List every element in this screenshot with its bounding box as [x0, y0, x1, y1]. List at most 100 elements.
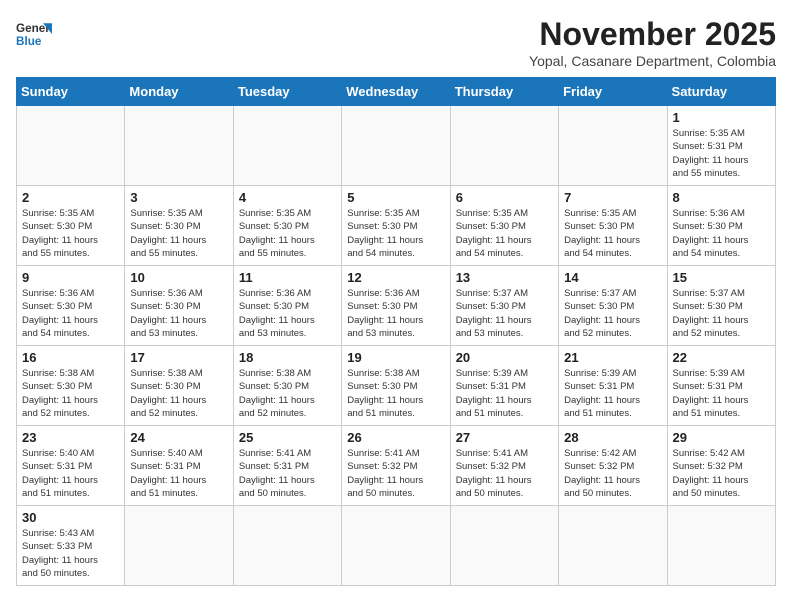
logo: General Blue: [16, 16, 52, 52]
calendar-cell: 21 Sunrise: 5:39 AM Sunset: 5:31 PM Dayli…: [559, 346, 667, 426]
calendar-cell: [559, 106, 667, 186]
calendar-cell: 18Sunrise: 5:38 AM Sunset: 5:30 PM Dayli…: [233, 346, 341, 426]
calendar-cell: 27 Sunrise: 5:41 AM Sunset: 5:32 PM Dayli…: [450, 426, 558, 506]
calendar-cell: 16Sunrise: 5:38 AM Sunset: 5:30 PM Dayli…: [17, 346, 125, 426]
calendar-cell: [342, 506, 450, 586]
calendar-cell: 8 Sunrise: 5:36 AM Sunset: 5:30 PM Daylig…: [667, 186, 775, 266]
location-subtitle: Yopal, Casanare Department, Colombia: [529, 53, 776, 69]
calendar-cell: 14Sunrise: 5:37 AM Sunset: 5:30 PM Dayli…: [559, 266, 667, 346]
day-number: 24: [130, 430, 227, 445]
calendar-cell: 3Sunrise: 5:35 AM Sunset: 5:30 PM Daylig…: [125, 186, 233, 266]
calendar-cell: [125, 506, 233, 586]
calendar-cell: 5 Sunrise: 5:35 AM Sunset: 5:30 PM Daylig…: [342, 186, 450, 266]
day-info: Sunrise: 5:35 AM Sunset: 5:30 PM Dayligh…: [130, 207, 227, 260]
day-info: Sunrise: 5:40 AM Sunset: 5:31 PM Dayligh…: [22, 447, 119, 500]
calendar-cell: 17 Sunrise: 5:38 AM Sunset: 5:30 PM Dayli…: [125, 346, 233, 426]
day-number: 5: [347, 190, 444, 205]
calendar-cell: [450, 506, 558, 586]
day-number: 15: [673, 270, 770, 285]
day-number: 4: [239, 190, 336, 205]
calendar-week-1: 2 Sunrise: 5:35 AM Sunset: 5:30 PM Daylig…: [17, 186, 776, 266]
calendar-body: 1Sunrise: 5:35 AM Sunset: 5:31 PM Daylig…: [17, 106, 776, 586]
col-header-thursday: Thursday: [450, 78, 558, 106]
calendar-week-2: 9 Sunrise: 5:36 AM Sunset: 5:30 PM Daylig…: [17, 266, 776, 346]
calendar-header-row: SundayMondayTuesdayWednesdayThursdayFrid…: [17, 78, 776, 106]
day-number: 8: [673, 190, 770, 205]
day-number: 20: [456, 350, 553, 365]
day-number: 17: [130, 350, 227, 365]
day-info: Sunrise: 5:37 AM Sunset: 5:30 PM Dayligh…: [456, 287, 553, 340]
day-number: 25: [239, 430, 336, 445]
day-number: 16: [22, 350, 119, 365]
day-info: Sunrise: 5:36 AM Sunset: 5:30 PM Dayligh…: [347, 287, 444, 340]
day-number: 11: [239, 270, 336, 285]
calendar-cell: 11 Sunrise: 5:36 AM Sunset: 5:30 PM Dayli…: [233, 266, 341, 346]
day-info: Sunrise: 5:36 AM Sunset: 5:30 PM Dayligh…: [130, 287, 227, 340]
day-info: Sunrise: 5:36 AM Sunset: 5:30 PM Dayligh…: [673, 207, 770, 260]
calendar-cell: 2 Sunrise: 5:35 AM Sunset: 5:30 PM Daylig…: [17, 186, 125, 266]
day-info: Sunrise: 5:35 AM Sunset: 5:30 PM Dayligh…: [456, 207, 553, 260]
day-info: Sunrise: 5:38 AM Sunset: 5:30 PM Dayligh…: [130, 367, 227, 420]
calendar-cell: [17, 106, 125, 186]
day-number: 21: [564, 350, 661, 365]
day-number: 22: [673, 350, 770, 365]
day-info: Sunrise: 5:36 AM Sunset: 5:30 PM Dayligh…: [22, 287, 119, 340]
day-number: 27: [456, 430, 553, 445]
calendar-week-3: 16 Sunrise: 5:38 AM Sunset: 5:30 PM Dayli…: [17, 346, 776, 426]
calendar-cell: 12 Sunrise: 5:36 AM Sunset: 5:30 PM Dayli…: [342, 266, 450, 346]
day-info: Sunrise: 5:41 AM Sunset: 5:32 PM Dayligh…: [456, 447, 553, 500]
calendar-cell: 24Sunrise: 5:40 AM Sunset: 5:31 PM Dayli…: [125, 426, 233, 506]
calendar-cell: [667, 506, 775, 586]
calendar-cell: 1Sunrise: 5:35 AM Sunset: 5:31 PM Daylig…: [667, 106, 775, 186]
calendar-week-5: 30Sunrise: 5:43 AM Sunset: 5:33 PM Dayli…: [17, 506, 776, 586]
day-number: 12: [347, 270, 444, 285]
day-info: Sunrise: 5:35 AM Sunset: 5:30 PM Dayligh…: [22, 207, 119, 260]
title-block: November 2025 Yopal, Casanare Department…: [529, 16, 776, 69]
day-number: 14: [564, 270, 661, 285]
calendar-cell: 26 Sunrise: 5:41 AM Sunset: 5:32 PM Dayli…: [342, 426, 450, 506]
day-info: Sunrise: 5:41 AM Sunset: 5:32 PM Dayligh…: [347, 447, 444, 500]
svg-text:Blue: Blue: [16, 35, 42, 48]
calendar-cell: 13 Sunrise: 5:37 AM Sunset: 5:30 PM Dayli…: [450, 266, 558, 346]
day-info: Sunrise: 5:37 AM Sunset: 5:30 PM Dayligh…: [673, 287, 770, 340]
calendar-week-0: 1Sunrise: 5:35 AM Sunset: 5:31 PM Daylig…: [17, 106, 776, 186]
day-number: 9: [22, 270, 119, 285]
col-header-wednesday: Wednesday: [342, 78, 450, 106]
day-info: Sunrise: 5:39 AM Sunset: 5:31 PM Dayligh…: [456, 367, 553, 420]
calendar-cell: 4Sunrise: 5:35 AM Sunset: 5:30 PM Daylig…: [233, 186, 341, 266]
calendar-cell: [450, 106, 558, 186]
col-header-monday: Monday: [125, 78, 233, 106]
day-info: Sunrise: 5:42 AM Sunset: 5:32 PM Dayligh…: [564, 447, 661, 500]
day-number: 6: [456, 190, 553, 205]
month-title: November 2025: [529, 16, 776, 53]
calendar-cell: 15 Sunrise: 5:37 AM Sunset: 5:30 PM Dayli…: [667, 266, 775, 346]
day-number: 26: [347, 430, 444, 445]
day-number: 13: [456, 270, 553, 285]
day-number: 23: [22, 430, 119, 445]
calendar-cell: 29Sunrise: 5:42 AM Sunset: 5:32 PM Dayli…: [667, 426, 775, 506]
calendar-cell: 20 Sunrise: 5:39 AM Sunset: 5:31 PM Dayli…: [450, 346, 558, 426]
day-number: 28: [564, 430, 661, 445]
day-info: Sunrise: 5:36 AM Sunset: 5:30 PM Dayligh…: [239, 287, 336, 340]
calendar-cell: 6 Sunrise: 5:35 AM Sunset: 5:30 PM Daylig…: [450, 186, 558, 266]
day-info: Sunrise: 5:38 AM Sunset: 5:30 PM Dayligh…: [239, 367, 336, 420]
day-number: 19: [347, 350, 444, 365]
day-info: Sunrise: 5:35 AM Sunset: 5:31 PM Dayligh…: [673, 127, 770, 180]
day-info: Sunrise: 5:43 AM Sunset: 5:33 PM Dayligh…: [22, 527, 119, 580]
calendar-cell: 19 Sunrise: 5:38 AM Sunset: 5:30 PM Dayli…: [342, 346, 450, 426]
calendar-cell: 22Sunrise: 5:39 AM Sunset: 5:31 PM Dayli…: [667, 346, 775, 426]
col-header-tuesday: Tuesday: [233, 78, 341, 106]
day-info: Sunrise: 5:35 AM Sunset: 5:30 PM Dayligh…: [347, 207, 444, 260]
calendar-cell: 23 Sunrise: 5:40 AM Sunset: 5:31 PM Dayli…: [17, 426, 125, 506]
calendar-cell: [233, 506, 341, 586]
logo-icon: General Blue: [16, 16, 52, 52]
calendar-cell: [233, 106, 341, 186]
day-number: 2: [22, 190, 119, 205]
col-header-friday: Friday: [559, 78, 667, 106]
day-info: Sunrise: 5:39 AM Sunset: 5:31 PM Dayligh…: [564, 367, 661, 420]
calendar-cell: [125, 106, 233, 186]
day-info: Sunrise: 5:38 AM Sunset: 5:30 PM Dayligh…: [347, 367, 444, 420]
calendar-table: SundayMondayTuesdayWednesdayThursdayFrid…: [16, 77, 776, 586]
calendar-cell: 10Sunrise: 5:36 AM Sunset: 5:30 PM Dayli…: [125, 266, 233, 346]
day-info: Sunrise: 5:42 AM Sunset: 5:32 PM Dayligh…: [673, 447, 770, 500]
